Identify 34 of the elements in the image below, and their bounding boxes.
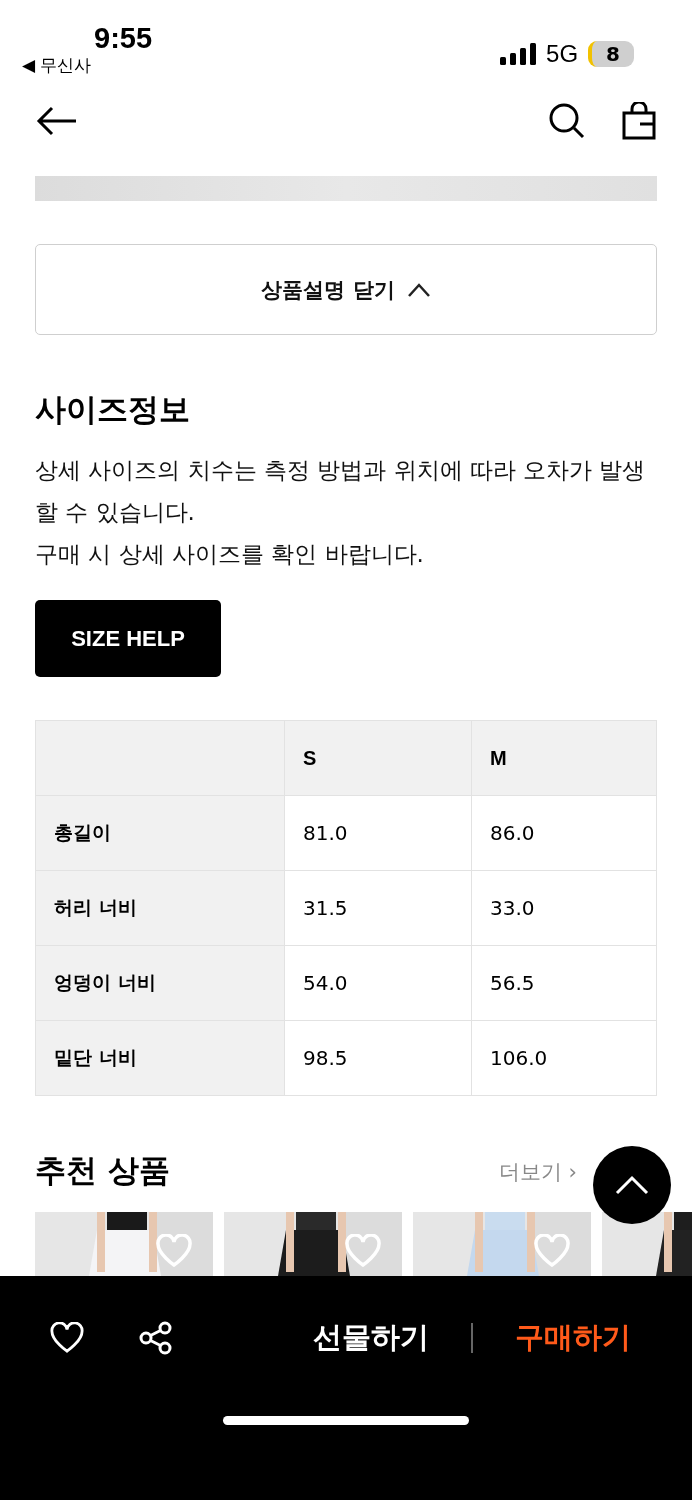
status-time: 9:55 [94, 22, 153, 54]
section-title: 추천 상품 [35, 1151, 170, 1190]
table-cell: 33.0 [471, 870, 657, 946]
table-row-label: 밑단 너비 [35, 1020, 285, 1096]
share-icon[interactable] [139, 1321, 173, 1355]
gift-button[interactable]: 선물하기 [313, 1318, 429, 1358]
more-link[interactable]: 더보기 › [498, 1158, 577, 1186]
table-row-label: 엉덩이 너비 [35, 945, 285, 1021]
table-cell: 31.5 [284, 870, 472, 946]
table-header-cell: S [284, 720, 472, 796]
table-header-cell: M [471, 720, 657, 796]
back-to-app-link[interactable]: ◀ 무신사 [22, 54, 92, 76]
size-notice-text: 상세 사이즈의 치수는 측정 방법과 위치에 따라 오차가 발생할 수 있습니다. 구매 시 상세 사이즈를 확인 바랍니다. [35, 456, 647, 569]
table-cell: 86.0 [471, 795, 657, 871]
chevron-up-icon [615, 1175, 649, 1195]
table-cell: 98.5 [284, 1020, 472, 1096]
table-row-label: 총길이 [35, 795, 285, 871]
back-arrow-icon[interactable] [36, 106, 78, 136]
table-cell: 81.0 [284, 795, 472, 871]
buy-button[interactable]: 구매하기 [514, 1318, 631, 1358]
search-icon[interactable] [548, 102, 586, 140]
chevron-up-icon [406, 281, 431, 298]
table-cell: 56.5 [471, 945, 657, 1021]
section-title: 사이즈정보 [35, 390, 191, 429]
heart-icon[interactable] [49, 1322, 85, 1354]
shopping-bag-icon[interactable] [622, 102, 656, 140]
table-cell: 106.0 [471, 1020, 657, 1096]
table-cell: 54.0 [284, 945, 472, 1021]
size-help-button[interactable]: SIZE HELP [35, 600, 221, 677]
network-label: 5G [546, 40, 579, 68]
collapse-description-button[interactable]: 상품설명 닫기 [35, 244, 657, 335]
table-row-label: 허리 너비 [35, 870, 285, 946]
signal-icon [500, 43, 537, 65]
battery-indicator: 8 [588, 41, 634, 67]
